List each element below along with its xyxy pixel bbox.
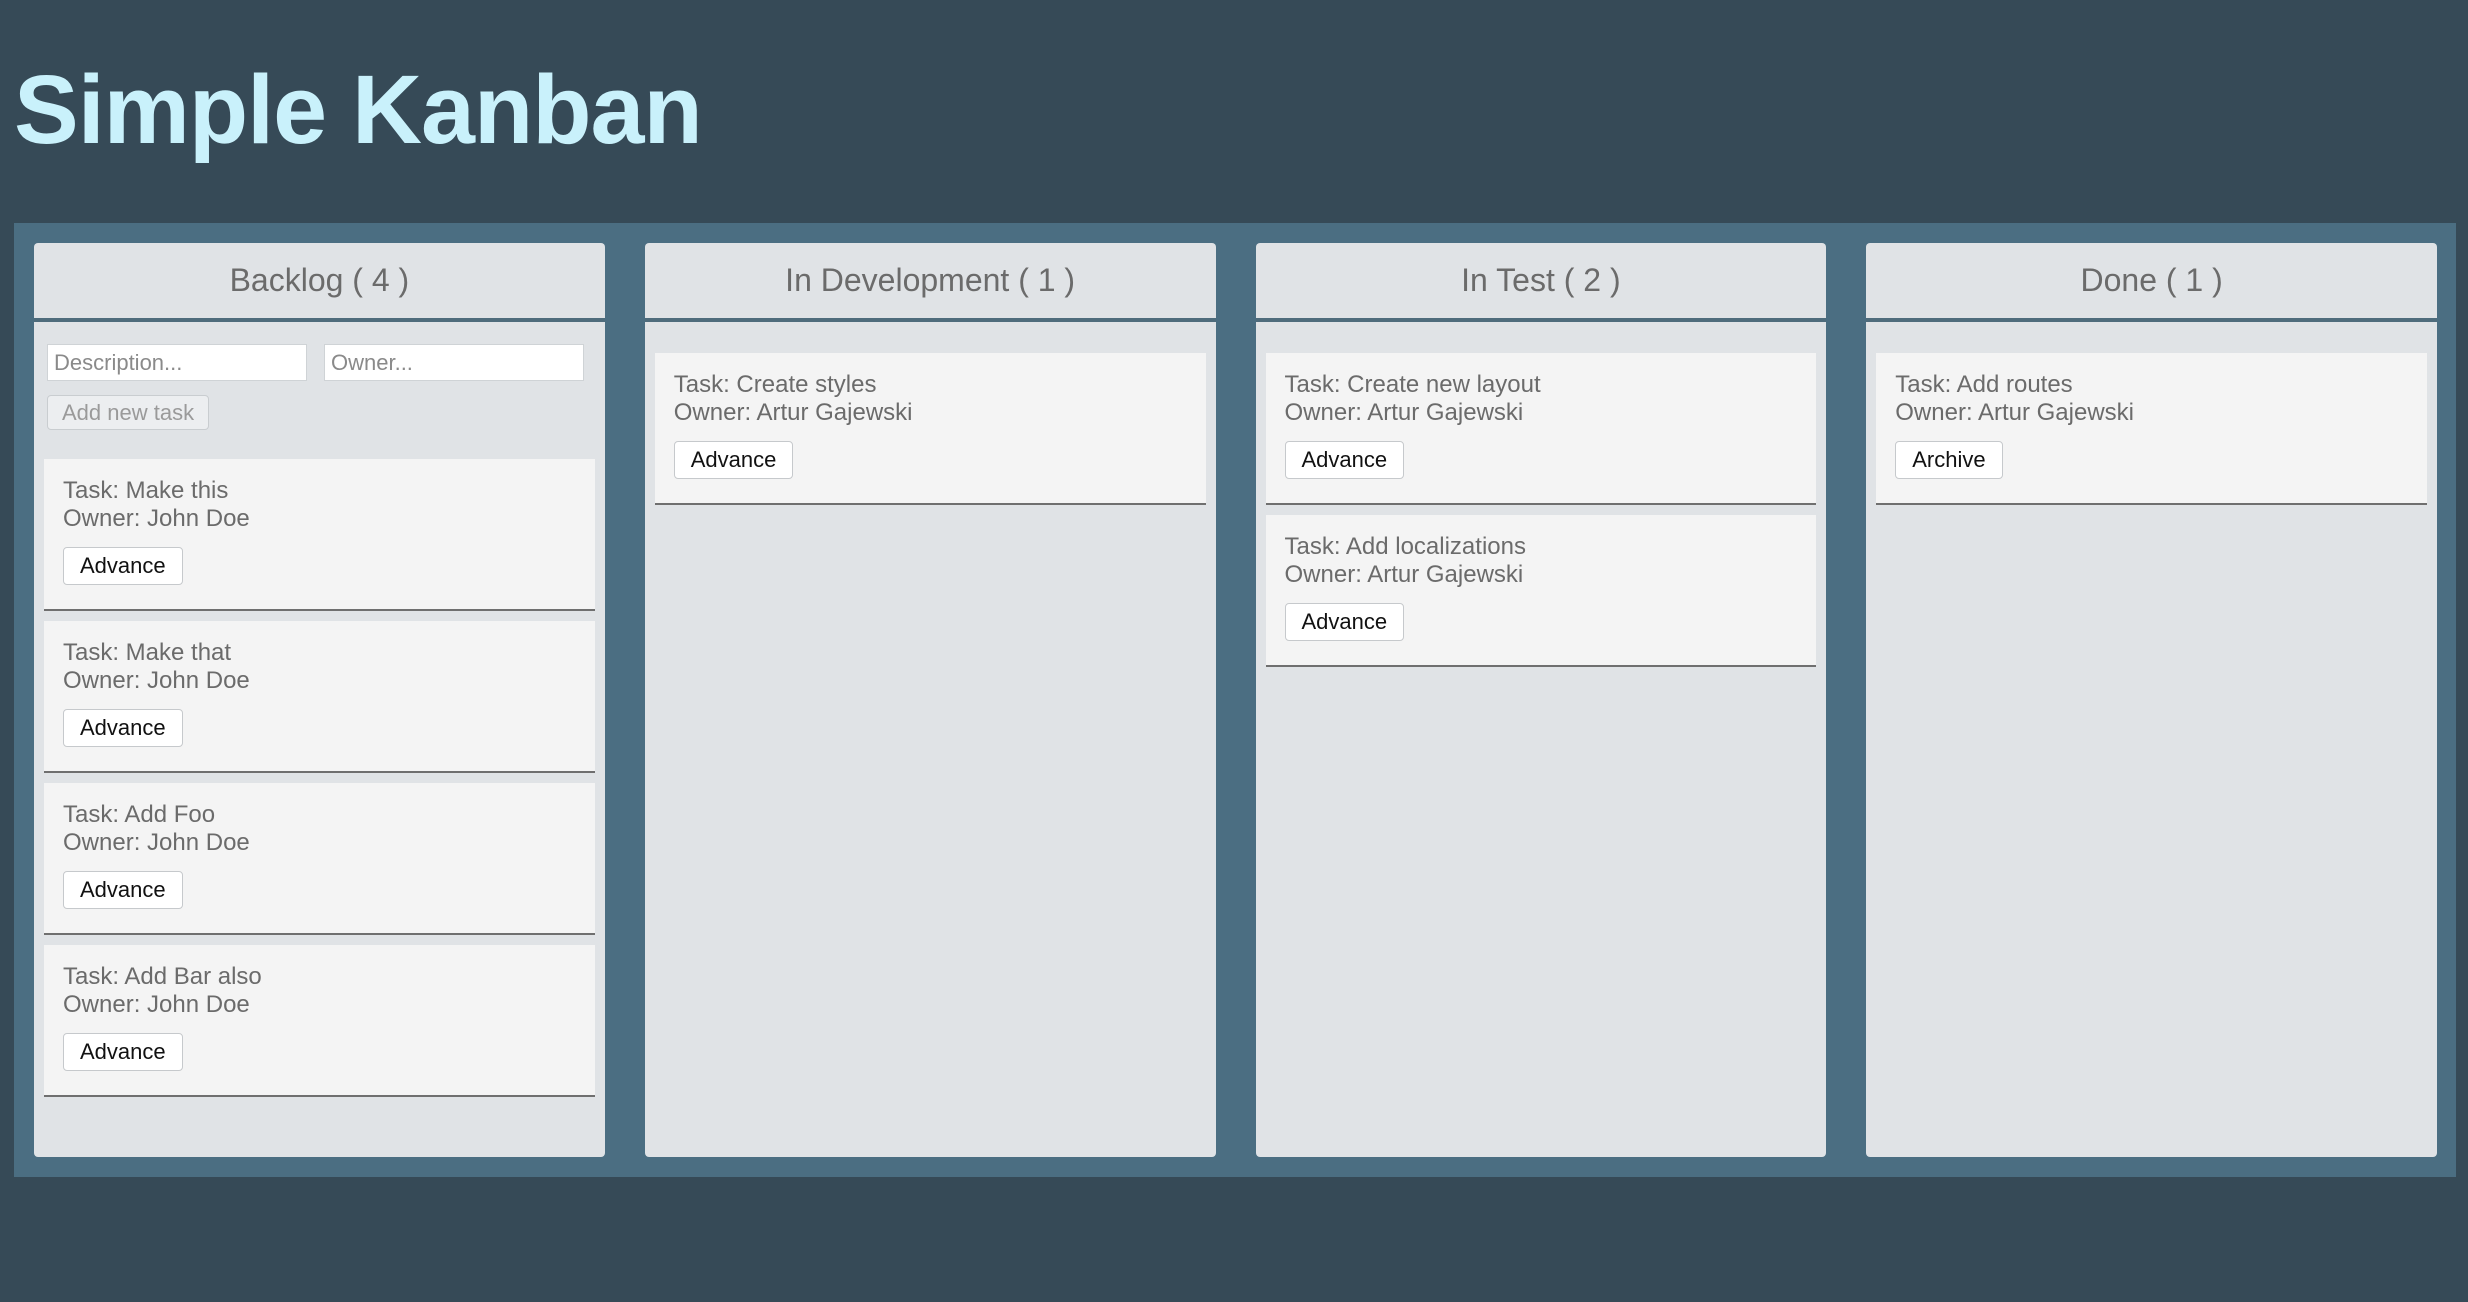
add-task-inputs [47, 344, 592, 381]
task-card: Task: Add routes Owner: Artur Gajewski A… [1876, 353, 2427, 505]
column-done: Done ( 1 ) Task: Add routes Owner: Artur… [1866, 243, 2437, 1157]
task-owner: Owner: Artur Gajewski [1284, 561, 1524, 588]
owner-input[interactable] [324, 344, 584, 381]
task-owner: Owner: Artur Gajewski [673, 399, 913, 426]
column-body: Task: Create new layout Owner: Artur Gaj… [1256, 322, 1827, 667]
advance-button[interactable]: Advance [673, 441, 794, 479]
app-title: Simple Kanban [14, 55, 703, 164]
task-owner: Owner: John Doe [63, 829, 250, 856]
task-owner: Owner: John Doe [63, 991, 250, 1018]
task-description: Task: Create new layout [1284, 371, 1541, 398]
column-header: Done ( 1 ) [1866, 243, 2437, 322]
advance-button[interactable]: Advance [1284, 441, 1405, 479]
column-header: In Development ( 1 ) [644, 243, 1216, 322]
column-body: Task: Add routes Owner: Artur Gajewski A… [1866, 322, 2437, 505]
task-description: Task: Add routes [1895, 371, 2073, 398]
description-input[interactable] [47, 344, 307, 381]
column-in-development: In Development ( 1 ) Task: Create styles… [644, 243, 1216, 1157]
task-list: Task: Add routes Owner: Artur Gajewski A… [1876, 322, 2427, 505]
advance-button[interactable]: Advance [63, 871, 183, 909]
task-card: Task: Make this Owner: John Doe Advance [44, 459, 595, 611]
column-backlog: Backlog ( 4 ) Add new task Task: Make th… [34, 243, 605, 1157]
task-owner: Owner: Artur Gajewski [1284, 399, 1524, 426]
task-list: Task: Create new layout Owner: Artur Gaj… [1265, 322, 1817, 667]
task-card: Task: Add Foo Owner: John Doe Advance [44, 783, 595, 935]
task-card: Task: Add Bar also Owner: John Doe Advan… [44, 945, 595, 1097]
task-owner: Owner: John Doe [63, 667, 250, 694]
task-description: Task: Add localizations [1284, 533, 1526, 560]
task-card: Task: Create styles Owner: Artur Gajewsk… [654, 353, 1206, 505]
add-task-form: Add new task [44, 322, 595, 459]
task-card: Task: Create new layout Owner: Artur Gaj… [1265, 353, 1817, 505]
column-header: In Test ( 2 ) [1255, 243, 1827, 322]
task-description: Task: Add Bar also [63, 963, 262, 990]
advance-button[interactable]: Advance [63, 547, 183, 585]
task-list: Task: Create styles Owner: Artur Gajewsk… [654, 322, 1206, 505]
kanban-board: Backlog ( 4 ) Add new task Task: Make th… [14, 223, 2456, 1177]
advance-button[interactable]: Advance [1284, 603, 1405, 641]
column-body: Add new task Task: Make this Owner: John… [34, 322, 605, 1097]
task-description: Task: Add Foo [63, 801, 216, 828]
column-header: Backlog ( 4 ) [34, 243, 605, 322]
column-in-test: In Test ( 2 ) Task: Create new layout Ow… [1255, 243, 1827, 1157]
task-description: Task: Make that [63, 639, 232, 666]
task-description: Task: Make this [63, 477, 229, 504]
advance-button[interactable]: Advance [63, 1033, 183, 1071]
task-card: Task: Add localizations Owner: Artur Gaj… [1265, 515, 1817, 667]
advance-button[interactable]: Advance [63, 709, 183, 747]
task-list: Task: Make this Owner: John Doe Advance … [44, 459, 595, 1097]
task-card: Task: Make that Owner: John Doe Advance [44, 621, 595, 773]
column-body: Task: Create styles Owner: Artur Gajewsk… [645, 322, 1216, 505]
task-description: Task: Create styles [673, 371, 877, 398]
task-owner: Owner: Artur Gajewski [1895, 399, 2134, 426]
task-owner: Owner: John Doe [63, 505, 250, 532]
archive-button[interactable]: Archive [1895, 441, 2003, 479]
add-new-task-button[interactable]: Add new task [47, 395, 210, 430]
